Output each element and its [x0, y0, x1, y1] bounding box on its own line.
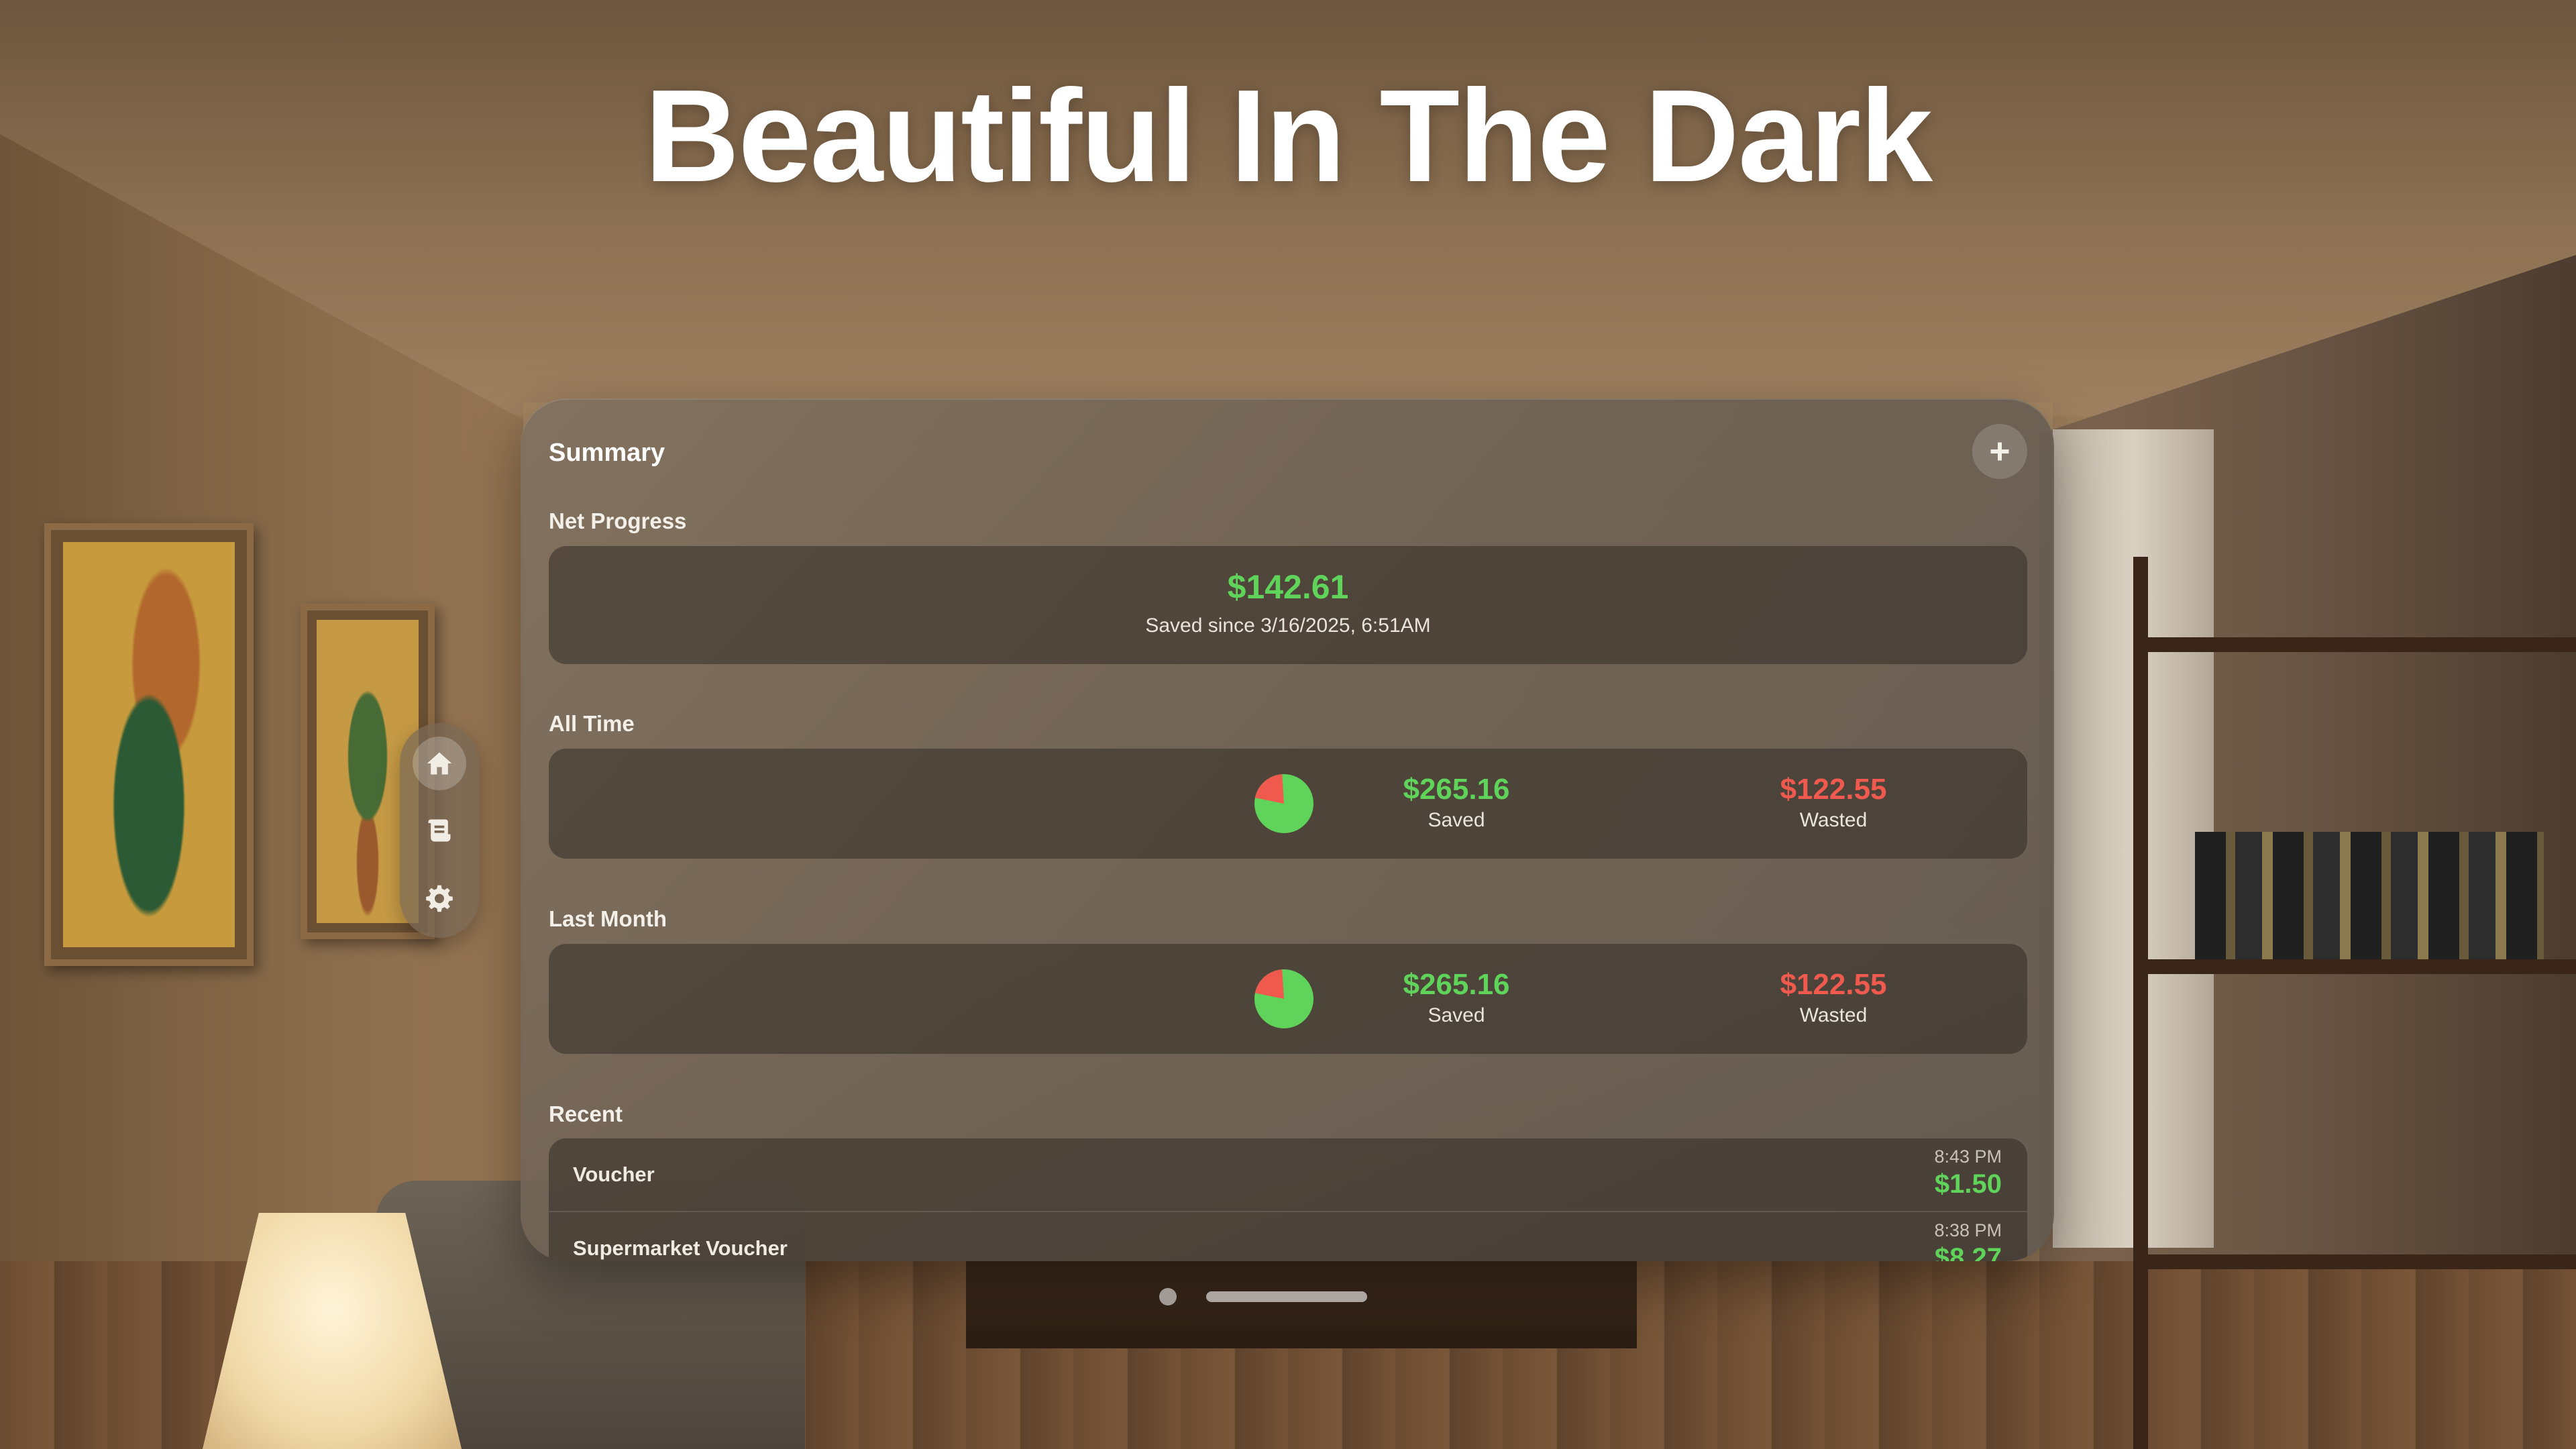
tab-history[interactable]: [413, 804, 466, 857]
list-item[interactable]: Supermarket Voucher 8:38 PM $8.27: [549, 1211, 2027, 1261]
last-month-saved-label: Saved: [1428, 1004, 1485, 1026]
all-time-wasted-amount: $122.55: [1780, 773, 1887, 806]
gear-icon: [426, 885, 453, 912]
all-time-wasted-label: Wasted: [1799, 809, 1868, 831]
all-time-label: All Time: [549, 711, 635, 736]
net-progress-amount: $142.61: [1227, 568, 1349, 606]
last-month-card: $265.16 Saved $122.55 Wasted: [549, 944, 2027, 1054]
scroll-list-icon: [428, 819, 451, 842]
last-month-wasted: $122.55 Wasted: [1699, 968, 1968, 1027]
last-month-saved: $265.16 Saved: [1322, 968, 1591, 1027]
add-entry-button[interactable]: [1972, 424, 2027, 479]
all-time-saved-amount: $265.16: [1403, 773, 1510, 806]
all-time-saved-label: Saved: [1428, 809, 1485, 831]
last-month-wasted-amount: $122.55: [1780, 968, 1887, 1001]
item-amount: $1.50: [1934, 1169, 2002, 1199]
last-month-label: Last Month: [549, 906, 667, 931]
all-time-card: $265.16 Saved $122.55 Wasted: [549, 749, 2027, 859]
item-amount: $8.27: [1934, 1243, 2002, 1261]
summary-window: Summary Net Progress $142.61 Saved since…: [521, 398, 2054, 1261]
tab-settings[interactable]: [413, 871, 466, 924]
item-name: Voucher: [573, 1163, 655, 1186]
window-title: Summary: [549, 439, 665, 467]
net-progress-card: $142.61 Saved since 3/16/2025, 6:51AM: [549, 546, 2027, 664]
plus-icon: [1990, 442, 2009, 461]
wall-painting-monstera: [44, 523, 254, 966]
window-pager: [1159, 1287, 1367, 1307]
tab-home[interactable]: [413, 737, 466, 790]
recent-label: Recent: [549, 1102, 623, 1126]
net-progress-subtitle: Saved since 3/16/2025, 6:51AM: [1145, 614, 1431, 637]
item-name: Supermarket Voucher: [573, 1236, 788, 1260]
recent-list: Voucher 8:43 PM $1.50 Supermarket Vouche…: [549, 1138, 2027, 1261]
bookshelf: [2133, 557, 2576, 1449]
last-month-pie-chart: [1254, 969, 1313, 1028]
item-time: 8:38 PM: [1934, 1220, 2002, 1240]
last-month-wasted-label: Wasted: [1799, 1004, 1868, 1026]
window-grab-bar[interactable]: [1206, 1291, 1367, 1302]
scene: Beautiful In The Dark Summary Net Progre…: [0, 0, 2576, 1449]
last-month-saved-amount: $265.16: [1403, 968, 1510, 1001]
item-time: 8:43 PM: [1934, 1146, 2002, 1167]
net-progress-label: Net Progress: [549, 508, 687, 533]
all-time-saved: $265.16 Saved: [1322, 773, 1591, 832]
all-time-wasted: $122.55 Wasted: [1699, 773, 1968, 832]
headline: Beautiful In The Dark: [644, 62, 1933, 209]
all-time-pie-chart: [1254, 774, 1313, 833]
list-item[interactable]: Voucher 8:43 PM $1.50: [549, 1138, 2027, 1210]
house-icon: [427, 752, 452, 775]
tab-bar: [400, 723, 479, 938]
window-close-dot[interactable]: [1159, 1288, 1177, 1305]
